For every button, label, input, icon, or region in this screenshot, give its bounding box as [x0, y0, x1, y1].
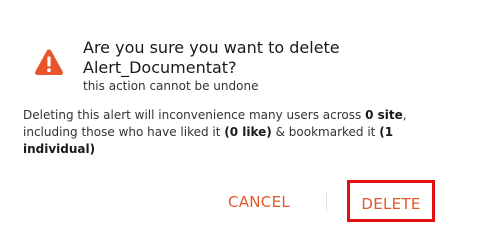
- delete-confirmation-dialog: Are you sure you want to delete Alert_Do…: [0, 0, 480, 243]
- site-count: 0 site: [365, 108, 403, 122]
- message-text-1: Deleting this alert will inconvenience m…: [23, 108, 366, 122]
- warning-icon: [34, 48, 64, 76]
- dialog-title-line1: Are you sure you want to delete: [83, 38, 340, 57]
- dialog-title: Are you sure you want to delete Alert_Do…: [83, 38, 463, 78]
- like-count: (0 like): [224, 125, 272, 139]
- dialog-actions: CANCEL DELETE: [0, 180, 480, 224]
- dialog-subtitle: this action cannot be undone: [83, 79, 259, 93]
- cancel-button[interactable]: CANCEL: [214, 180, 304, 224]
- message-text-3: & bookmarked it: [271, 125, 380, 139]
- delete-button[interactable]: DELETE: [347, 180, 435, 222]
- actions-divider: [326, 192, 327, 212]
- dialog-title-line2: Alert_Documentat?: [83, 58, 237, 77]
- dialog-message: Deleting this alert will inconvenience m…: [23, 107, 463, 158]
